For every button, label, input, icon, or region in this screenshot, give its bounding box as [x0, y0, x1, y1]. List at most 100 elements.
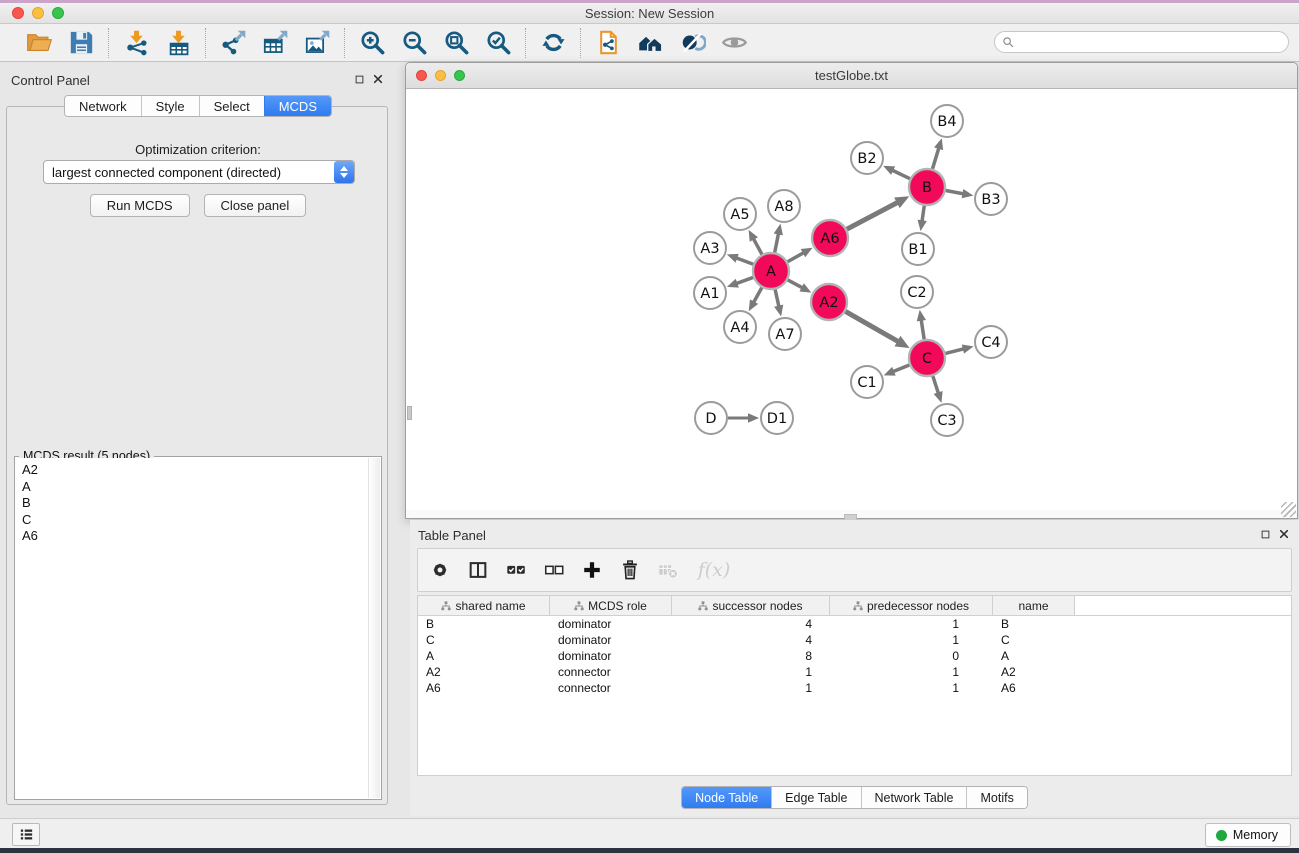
graph-node-B2[interactable]: B2: [851, 142, 883, 174]
graph-node-C4[interactable]: C4: [975, 326, 1007, 358]
graph-edge[interactable]: [775, 232, 779, 252]
show-columns-icon[interactable]: [466, 558, 490, 582]
create-column-icon[interactable]: [580, 558, 604, 582]
result-list-item[interactable]: A6: [22, 528, 368, 545]
graph-edge[interactable]: [945, 349, 964, 354]
graph-edge[interactable]: [788, 280, 804, 288]
graph-edge[interactable]: [735, 277, 753, 283]
column-header-shared-name[interactable]: shared name: [418, 596, 550, 615]
graph-node-A7[interactable]: A7: [769, 318, 801, 350]
import-network-icon[interactable]: [119, 27, 153, 59]
zoom-selected-icon[interactable]: [481, 27, 515, 59]
graph-node-A6[interactable]: A6: [812, 220, 848, 256]
memory-button[interactable]: Memory: [1205, 823, 1291, 847]
run-mcds-button[interactable]: Run MCDS: [90, 194, 190, 217]
result-list-item[interactable]: A2: [22, 462, 368, 479]
float-table-panel-icon[interactable]: [1261, 526, 1270, 544]
graph-edge[interactable]: [933, 147, 940, 169]
close-panel-icon[interactable]: [373, 71, 383, 89]
zoom-out-icon[interactable]: [397, 27, 431, 59]
graph-node-D[interactable]: D: [695, 402, 727, 434]
graph-edge[interactable]: [922, 206, 924, 222]
search-field[interactable]: [994, 31, 1289, 53]
tab-network[interactable]: Network: [65, 96, 141, 116]
table-row[interactable]: Bdominator41B: [418, 616, 1291, 632]
zoom-in-icon[interactable]: [355, 27, 389, 59]
table-tab-node-table[interactable]: Node Table: [682, 787, 771, 808]
export-table-icon[interactable]: [258, 27, 292, 59]
network-window-titlebar[interactable]: testGlobe.txt: [406, 63, 1297, 89]
graph-edge[interactable]: [933, 376, 939, 394]
apply-layout-icon[interactable]: [536, 27, 570, 59]
canvas-left-scroll-nub[interactable]: [407, 406, 412, 420]
export-network-icon[interactable]: [216, 27, 250, 59]
clone-network-icon[interactable]: [591, 27, 625, 59]
first-neighbors-icon[interactable]: [633, 27, 667, 59]
graph-node-A1[interactable]: A1: [694, 277, 726, 309]
table-settings-gear-icon[interactable]: [428, 558, 452, 582]
column-header-predecessor-nodes[interactable]: predecessor nodes: [830, 596, 993, 615]
task-history-button[interactable]: [12, 823, 40, 846]
zoom-fit-icon[interactable]: [439, 27, 473, 59]
graph-edge[interactable]: [891, 170, 910, 179]
close-table-panel-icon[interactable]: [1279, 526, 1289, 544]
graph-node-B4[interactable]: B4: [931, 105, 963, 137]
graph-edge[interactable]: [775, 290, 779, 308]
select-all-rows-icon[interactable]: [504, 558, 528, 582]
graph-edge[interactable]: [847, 202, 899, 229]
search-input[interactable]: [1015, 33, 1288, 51]
graph-node-A5[interactable]: A5: [724, 198, 756, 230]
open-session-icon[interactable]: [22, 27, 56, 59]
column-header-MCDS-role[interactable]: MCDS role: [550, 596, 672, 615]
import-table-icon[interactable]: [161, 27, 195, 59]
graph-node-B3[interactable]: B3: [975, 183, 1007, 215]
result-list-item[interactable]: A: [22, 479, 368, 496]
graph-edge[interactable]: [753, 238, 762, 255]
result-list-item[interactable]: B: [22, 495, 368, 512]
table-row[interactable]: A6connector11A6: [418, 680, 1291, 696]
graph-edge[interactable]: [921, 319, 924, 340]
mcds-result-list[interactable]: A2ABCA6: [16, 458, 368, 798]
graph-node-C2[interactable]: C2: [901, 276, 933, 308]
graph-edge[interactable]: [892, 365, 909, 372]
graph-node-D1[interactable]: D1: [761, 402, 793, 434]
node-table[interactable]: shared nameMCDS rolesuccessor nodesprede…: [417, 595, 1292, 776]
graph-node-A[interactable]: A: [753, 253, 789, 289]
graph-edge[interactable]: [753, 288, 762, 304]
graph-edge[interactable]: [788, 252, 805, 262]
network-graph[interactable]: B4 B2 B B3 A8 A5 A6 A3 B1 A A1 C2 A2 A4 A7 C4 C C1 C3 D D1: [406, 89, 1297, 510]
graph-node-C[interactable]: C: [909, 340, 945, 376]
float-panel-icon[interactable]: [355, 71, 364, 89]
export-image-icon[interactable]: [300, 27, 334, 59]
graph-node-B[interactable]: B: [909, 169, 945, 205]
tab-mcds[interactable]: MCDS: [264, 96, 331, 116]
graph-edge[interactable]: [845, 311, 899, 342]
graphics-details-icon[interactable]: [675, 27, 709, 59]
deselect-all-rows-icon[interactable]: [542, 558, 566, 582]
table-tab-network-table[interactable]: Network Table: [861, 787, 967, 808]
graph-edge[interactable]: [946, 191, 965, 195]
close-panel-button[interactable]: Close panel: [204, 194, 307, 217]
optimization-criterion-dropdown[interactable]: largest connected component (directed): [43, 160, 355, 184]
network-canvas[interactable]: B4 B2 B B3 A8 A5 A6 A3 B1 A A1 C2 A2 A4 A7 C4 C C1 C3 D D1: [406, 89, 1297, 510]
result-scrollbar[interactable]: [368, 458, 380, 798]
tab-select[interactable]: Select: [199, 96, 264, 116]
window-resize-grip[interactable]: [1281, 502, 1296, 517]
graph-node-C3[interactable]: C3: [931, 404, 963, 436]
graph-node-A8[interactable]: A8: [768, 190, 800, 222]
graph-edge[interactable]: [735, 258, 753, 265]
delete-columns-icon[interactable]: [618, 558, 642, 582]
table-row[interactable]: Adominator80A: [418, 648, 1291, 664]
graph-node-A4[interactable]: A4: [724, 311, 756, 343]
table-tab-motifs[interactable]: Motifs: [966, 787, 1026, 808]
hide-details-icon[interactable]: [717, 27, 751, 59]
column-header-successor-nodes[interactable]: successor nodes: [672, 596, 830, 615]
table-row[interactable]: A2connector11A2: [418, 664, 1291, 680]
result-list-item[interactable]: C: [22, 512, 368, 529]
table-tab-edge-table[interactable]: Edge Table: [771, 787, 860, 808]
graph-node-A3[interactable]: A3: [694, 232, 726, 264]
save-session-icon[interactable]: [64, 27, 98, 59]
graph-node-C1[interactable]: C1: [851, 366, 883, 398]
graph-node-B1[interactable]: B1: [902, 233, 934, 265]
graph-node-A2[interactable]: A2: [811, 284, 847, 320]
